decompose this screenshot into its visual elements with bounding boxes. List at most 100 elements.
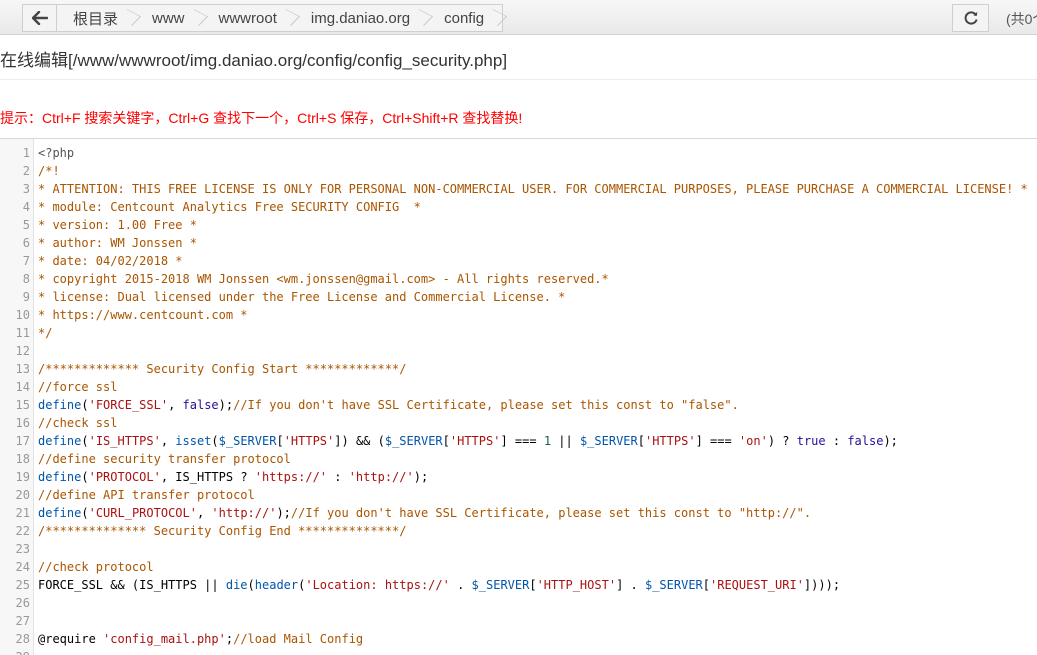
breadcrumb-item-config[interactable]: config [428, 5, 502, 31]
line-number: 22 [15, 524, 30, 538]
breadcrumb-item-www[interactable]: www [136, 5, 203, 31]
line-number: 16 [15, 416, 30, 430]
code-token: 'REQUEST_URI' [710, 578, 804, 592]
code-token: true [796, 434, 826, 448]
code-line[interactable]: 18 //define security transfer protocol [0, 450, 1037, 468]
line-number: 13 [15, 362, 30, 376]
code-line[interactable]: 5 * version: 1.00 Free * [0, 216, 1037, 234]
code-token: * ATTENTION: THIS FREE LICENSE IS ONLY F… [38, 182, 1028, 196]
code-token: * https://www.centcount.com * [38, 308, 248, 322]
code-line[interactable]: 28 @require 'config_mail.php';//load Mail… [0, 630, 1037, 648]
code-text: //check protocol [38, 558, 154, 576]
code-line[interactable]: 7 * date: 04/02/2018 * [0, 252, 1037, 270]
code-line[interactable]: 27 [0, 612, 1037, 630]
code-line[interactable]: 29 [0, 648, 1037, 655]
code-token: ] . [616, 578, 645, 592]
code-line[interactable]: 14 //force ssl [0, 378, 1037, 396]
breadcrumb-item-wwwroot[interactable]: wwwroot [203, 5, 295, 31]
code-text: /*! [38, 162, 60, 180]
code-token: //check protocol [38, 560, 154, 574]
code-line[interactable]: 2 /*! [0, 162, 1037, 180]
code-line[interactable]: 21 define('CURL_PROTOCOL', 'http://');//I… [0, 504, 1037, 522]
code-line[interactable]: 1 <?php [0, 144, 1037, 162]
shortcut-hint: 提示：Ctrl+F 搜索关键字，Ctrl+G 查找下一个，Ctrl+S 保存，C… [0, 110, 523, 126]
line-number: 4 [22, 200, 30, 214]
code-token: ) ? [767, 434, 797, 448]
code-text: /************* Security Config Start ***… [38, 360, 406, 378]
code-token: , [196, 506, 212, 520]
code-token: ]))); [803, 578, 841, 592]
code-text: * author: WM Jonssen * [38, 234, 197, 252]
line-number: 29 [0, 648, 30, 655]
code-line[interactable]: 17 define('IS_HTTPS', isset($_SERVER['HTT… [0, 432, 1037, 450]
code-token: //load Mail Config [233, 632, 364, 646]
code-line[interactable]: 25 FORCE_SSL && (IS_HTTPS || die(header('… [0, 576, 1037, 594]
code-token: @require [38, 632, 104, 646]
code-token: 'HTTPS' [449, 434, 501, 448]
code-line[interactable]: 8 * copyright 2015-2018 WM Jonssen <wm.jo… [0, 270, 1037, 288]
code-token: $_SERVER [218, 434, 277, 448]
code-token: <?php [38, 146, 75, 160]
code-token: ( [81, 470, 89, 484]
code-token: 'on' [738, 434, 768, 448]
code-text: * version: 1.00 Free * [38, 216, 197, 234]
code-line[interactable]: 26 [0, 594, 1037, 612]
code-line[interactable]: 22 /************** Security Config End **… [0, 522, 1037, 540]
line-number: 10 [15, 308, 30, 322]
divider [0, 79, 1037, 80]
code-token: * date: 04/02/2018 * [38, 254, 183, 268]
code-line[interactable]: 9 * license: Dual licensed under the Free… [0, 288, 1037, 306]
code-token: , IS_HTTPS ? [160, 470, 255, 484]
code-text: define('IS_HTTPS', isset($_SERVER['HTTPS… [38, 432, 898, 450]
file-count-text: (共0个 [1006, 11, 1037, 27]
code-line[interactable]: 13 /************* Security Config Start *… [0, 360, 1037, 378]
code-token: /*! [38, 164, 60, 178]
code-text: @require 'config_mail.php';//load Mail C… [38, 630, 363, 648]
breadcrumb: 根目录 www wwwroot img.daniao.org config [22, 4, 504, 32]
code-line[interactable]: 3 * ATTENTION: THIS FREE LICENSE IS ONLY … [0, 180, 1037, 198]
code-line[interactable]: 16 //check ssl [0, 414, 1037, 432]
page-title: 在线编辑[/www/wwwroot/img.daniao.org/config/… [0, 51, 508, 70]
back-button[interactable] [23, 5, 57, 31]
breadcrumb-item-domain[interactable]: img.daniao.org [295, 5, 428, 31]
code-token: ( [211, 434, 219, 448]
code-token: $_SERVER [471, 578, 530, 592]
code-line[interactable]: 19 define('PROTOCOL', IS_HTTPS ? 'https:/… [0, 468, 1037, 486]
code-text: //check ssl [38, 414, 117, 432]
code-token: : [825, 434, 848, 448]
code-line[interactable]: 12 [0, 342, 1037, 360]
code-token: 'CURL_PROTOCOL' [88, 506, 197, 520]
line-number: 14 [15, 380, 30, 394]
code-token: 'PROTOCOL' [88, 470, 161, 484]
code-token: ); [883, 434, 898, 448]
code-token: $_SERVER [579, 434, 638, 448]
breadcrumb-item-root[interactable]: 根目录 [57, 5, 136, 31]
code-token: [ [702, 578, 710, 592]
code-text: define('CURL_PROTOCOL', 'http://');//If … [38, 504, 811, 522]
code-editor[interactable]: 1 <?php 2 /*! 3 * ATTENTION: THIS FREE LICENS… [0, 138, 1037, 655]
line-number: 27 [15, 614, 30, 628]
code-line[interactable]: 23 [0, 540, 1037, 558]
code-token: false [847, 434, 884, 448]
path-bar: 根目录 www wwwroot img.daniao.org config (共… [0, 0, 1037, 35]
code-token: //If you don't have SSL Certificate, ple… [290, 506, 812, 520]
arrow-left-icon [31, 11, 48, 25]
code-token: die [225, 578, 248, 592]
code-line[interactable]: 20 //define API transfer protocol [0, 486, 1037, 504]
refresh-button[interactable] [952, 4, 989, 32]
code-token: 'HTTP_HOST' [536, 578, 617, 592]
code-line[interactable]: 24 //check protocol [0, 558, 1037, 576]
code-token: define [38, 470, 82, 484]
code-token: 'Location: https://' [305, 578, 450, 592]
code-line[interactable]: 6 * author: WM Jonssen * [0, 234, 1037, 252]
line-number: 24 [15, 560, 30, 574]
code-line[interactable]: 4 * module: Centcount Analytics Free SECU… [0, 198, 1037, 216]
code-line[interactable]: 11 */ [0, 324, 1037, 342]
refresh-icon [964, 11, 978, 25]
code-token: define [38, 434, 82, 448]
code-token: [ [529, 578, 537, 592]
code-line[interactable]: 15 define('FORCE_SSL', false);//If you do… [0, 396, 1037, 414]
code-token: 'HTTPS' [283, 434, 335, 448]
code-line[interactable]: 10 * https://www.centcount.com * [0, 306, 1037, 324]
code-token: //define API transfer protocol [38, 488, 255, 502]
